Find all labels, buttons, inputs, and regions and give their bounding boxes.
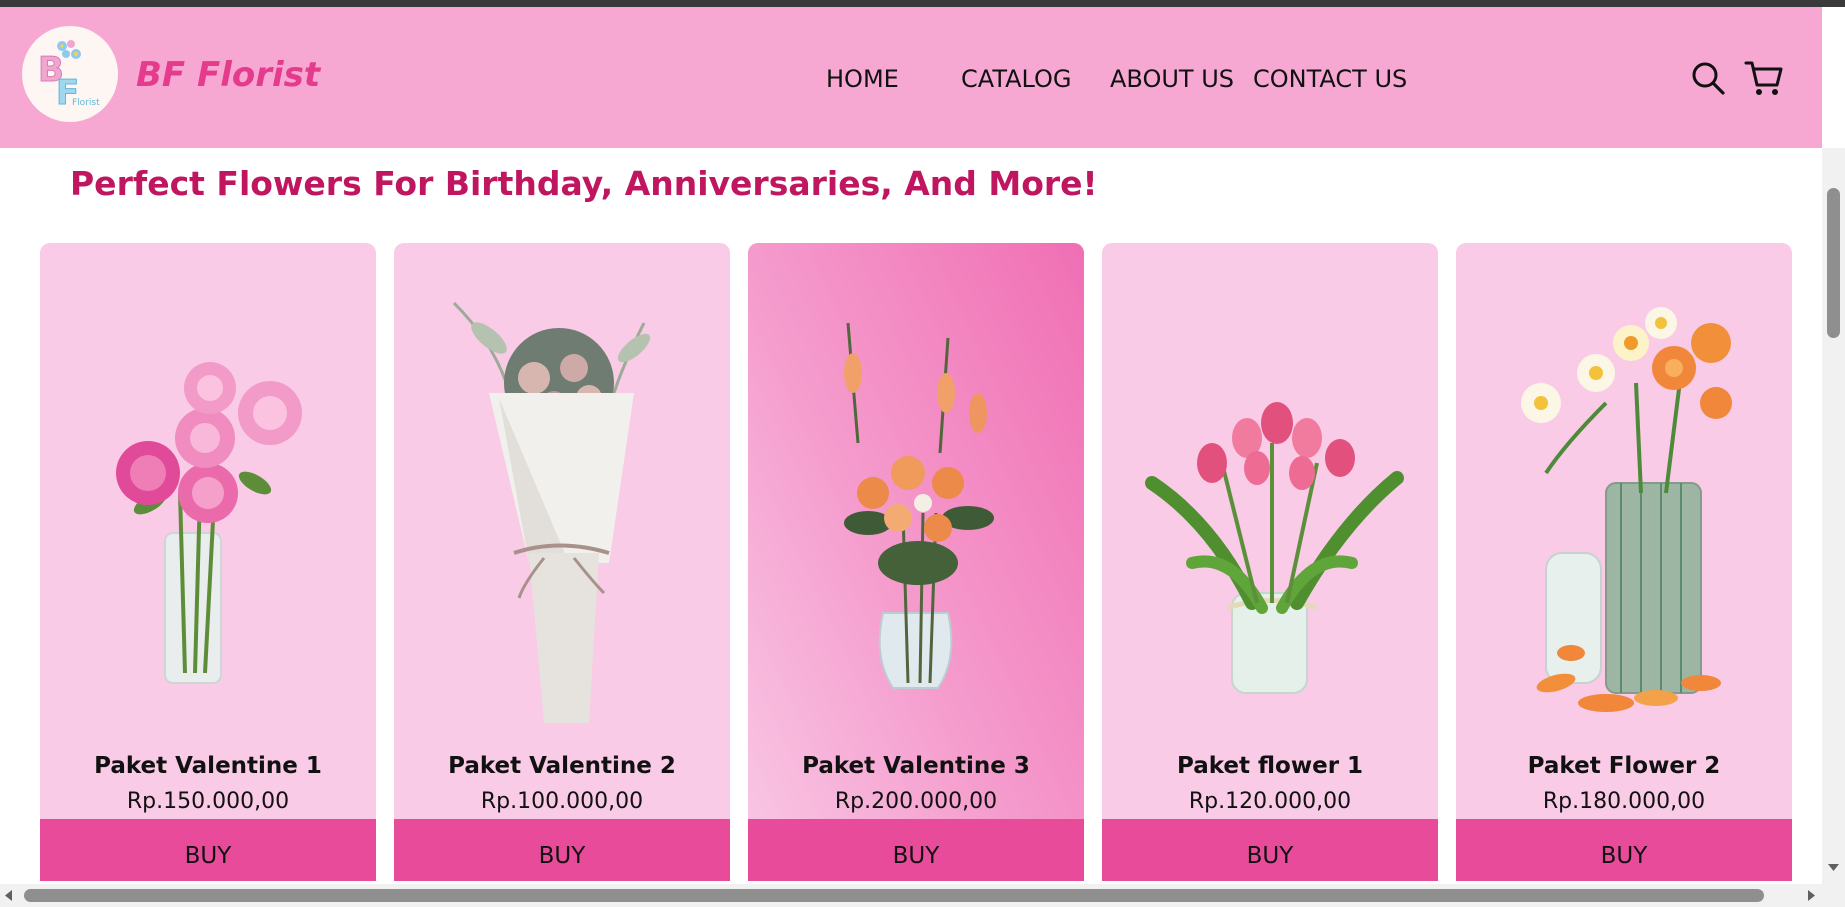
product-price: Rp.180.000,00 bbox=[1542, 789, 1706, 814]
product-card: Paket Valentine 2 Rp.100.000,00 BUY bbox=[394, 243, 730, 881]
product-price: Rp.200.000,00 bbox=[834, 789, 998, 814]
buy-button[interactable]: BUY bbox=[40, 819, 376, 881]
buy-button[interactable]: BUY bbox=[748, 819, 1084, 881]
product-image-tulips bbox=[1145, 402, 1404, 694]
logo[interactable]: B F Florist bbox=[22, 26, 118, 122]
logo-subtext: Florist bbox=[72, 98, 100, 108]
product-card: Paket flower 1 Rp.120.000,00 BUY bbox=[1102, 243, 1438, 881]
scroll-right-arrow-icon[interactable] bbox=[1806, 890, 1816, 901]
buy-button[interactable]: BUY bbox=[1456, 819, 1792, 881]
nav-catalog[interactable]: CATALOG bbox=[961, 65, 1072, 93]
product-card: Paket Valentine 1 Rp.150.000,00 BUY bbox=[40, 243, 376, 881]
buy-button[interactable]: BUY bbox=[394, 819, 730, 881]
nav-about-us[interactable]: ABOUT US bbox=[1110, 65, 1234, 93]
product-price: Rp.150.000,00 bbox=[126, 789, 290, 814]
cart-icon[interactable] bbox=[1744, 58, 1784, 102]
nav-contact-us[interactable]: CONTACT US bbox=[1253, 65, 1407, 93]
product-name: Paket Valentine 2 bbox=[448, 753, 676, 779]
product-image-daffodils bbox=[1521, 307, 1732, 712]
vertical-scrollbar[interactable] bbox=[1822, 148, 1845, 888]
site-header: B F Florist BF Florist HOME CATALOG ABOU… bbox=[0, 7, 1822, 148]
product-price: Rp.100.000,00 bbox=[480, 789, 644, 814]
scroll-left-arrow-icon[interactable] bbox=[4, 890, 14, 901]
horizontal-scrollbar[interactable] bbox=[0, 884, 1845, 907]
product-name: Paket Valentine 1 bbox=[94, 753, 322, 779]
product-price: Rp.120.000,00 bbox=[1188, 789, 1352, 814]
scroll-down-arrow-icon[interactable] bbox=[1828, 862, 1839, 872]
search-icon[interactable] bbox=[1690, 60, 1726, 100]
buy-button[interactable]: BUY bbox=[1102, 819, 1438, 881]
product-card: Paket Flower 2 Rp.180.000,00 BUY bbox=[1456, 243, 1792, 881]
product-image-orange-bouquet bbox=[844, 322, 994, 689]
brand-name[interactable]: BF Florist bbox=[136, 55, 320, 95]
product-name: Paket Flower 2 bbox=[1527, 753, 1721, 779]
product-name: Paket Valentine 3 bbox=[802, 753, 1030, 779]
nav-home[interactable]: HOME bbox=[826, 65, 899, 93]
window-top-bar bbox=[0, 0, 1845, 7]
product-image-wrapped-bouquet bbox=[452, 301, 651, 723]
product-card-featured: Paket Valentine 3 Rp.200.000,00 BUY bbox=[748, 243, 1084, 881]
logo-graphic: B F bbox=[38, 40, 81, 114]
product-image-peonies bbox=[116, 362, 302, 684]
page-heading: Perfect Flowers For Birthday, Anniversar… bbox=[70, 164, 1098, 203]
horizontal-scroll-thumb[interactable] bbox=[24, 889, 1764, 902]
product-name: Paket flower 1 bbox=[1176, 753, 1364, 779]
vertical-scroll-thumb[interactable] bbox=[1827, 188, 1840, 338]
